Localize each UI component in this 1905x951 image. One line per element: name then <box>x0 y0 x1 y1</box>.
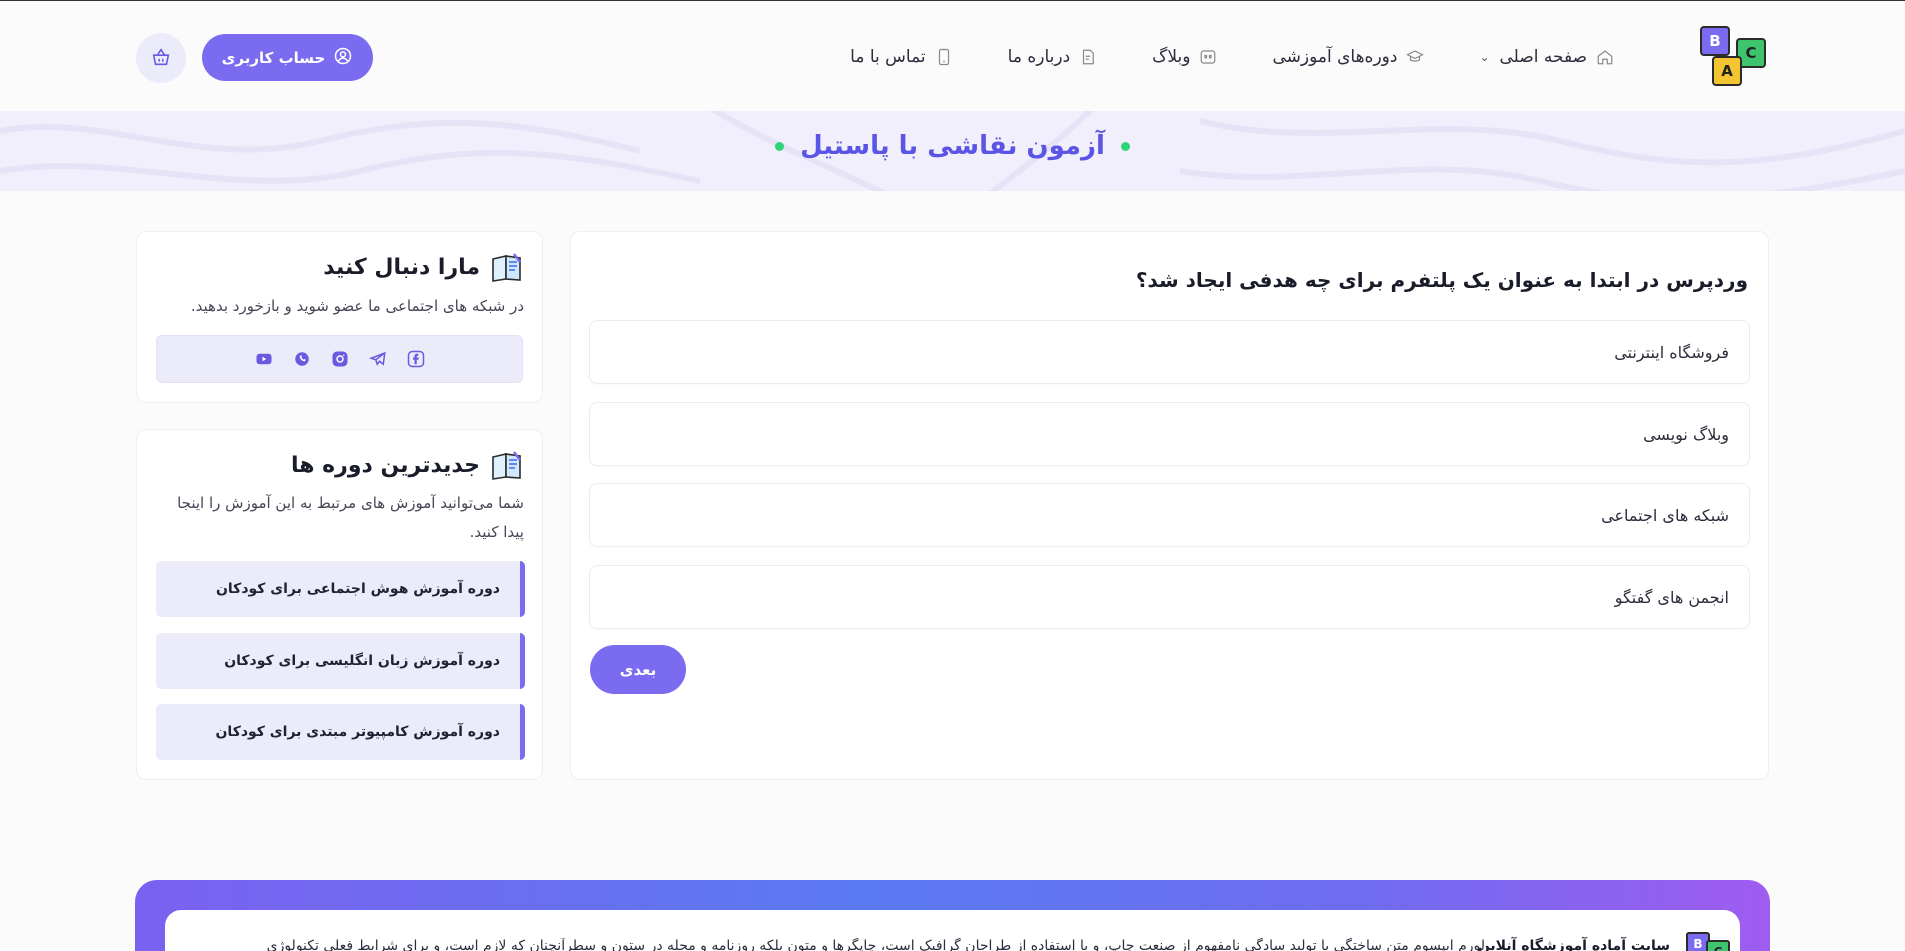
book-icon <box>490 252 524 282</box>
book-icon <box>490 450 524 480</box>
course-item[interactable]: دوره آموزش زبان انگلیسی برای کودکان <box>156 633 525 689</box>
page-banner: آزمون نقاشی با پاستیل <box>0 111 1905 191</box>
dot-decoration <box>1120 142 1130 151</box>
logo-block-a: A <box>1712 56 1742 86</box>
follow-us-description: در شبکه های اجتماعی ما عضو شوید و بازخور… <box>190 297 524 315</box>
facebook-icon[interactable] <box>407 350 425 368</box>
nav-item-courses[interactable]: دوره‌های آموزشی <box>1272 42 1425 72</box>
nav-label: صفحه اصلی <box>1499 47 1587 67</box>
social-links <box>156 335 523 383</box>
nav-item-blog[interactable]: وبلاگ <box>1152 42 1218 72</box>
latest-courses-title-wrap: جدیدترین دوره ها <box>291 450 524 480</box>
instagram-icon[interactable] <box>331 350 349 368</box>
footer-panel: B C سایت آماده آموزشگاه آنلاین لورم ایپس… <box>165 910 1740 951</box>
follow-us-title-wrap: مارا دنبال کنید <box>323 252 524 282</box>
youtube-icon[interactable] <box>255 350 273 368</box>
footer-site-name: سایت آماده آموزشگاه آنلاین <box>1477 938 1670 951</box>
nav-label: وبلاگ <box>1152 47 1191 67</box>
home-icon <box>1595 47 1615 67</box>
nav-label: درباره ما <box>1007 47 1071 67</box>
telegram-icon[interactable] <box>368 350 387 368</box>
chevron-down-icon: ⌄ <box>1479 50 1490 64</box>
basket-icon <box>150 46 172 71</box>
quiz-card: وردپرس در ابتدا به عنوان یک پلتفرم برای … <box>570 231 1769 780</box>
whatsapp-icon[interactable] <box>293 350 311 368</box>
account-button[interactable]: حساب کاربری <box>202 34 373 81</box>
site-footer: B C سایت آماده آموزشگاه آنلاین لورم ایپس… <box>135 880 1770 951</box>
quiz-option[interactable]: فروشگاه اینترنتی <box>589 320 1750 384</box>
site-header: B C A صفحه اصلی ⌄ دوره‌های آموزشی وبلاگ <box>0 2 1905 111</box>
nav-label: دوره‌های آموزشی <box>1272 47 1398 67</box>
course-item-label: دوره آموزش هوش اجتماعی برای کودکان <box>215 581 500 597</box>
quiz-option[interactable]: وبلاگ نویسی <box>589 402 1750 466</box>
banner-title-wrap: آزمون نقاشی با پاستیل <box>0 131 1905 161</box>
latest-courses-title: جدیدترین دوره ها <box>291 452 480 478</box>
phone-icon <box>934 47 954 67</box>
next-button[interactable]: بعدی <box>590 645 686 694</box>
course-item[interactable]: دوره آموزش کامپیوتر مبتدی برای کودکان <box>156 704 525 760</box>
follow-us-title: مارا دنبال کنید <box>323 254 480 280</box>
site-logo[interactable]: B C A <box>1700 22 1770 90</box>
nav-item-home[interactable]: صفحه اصلی ⌄ <box>1479 42 1615 72</box>
course-item-label: دوره آموزش زبان انگلیسی برای کودکان <box>224 653 500 669</box>
account-button-label: حساب کاربری <box>221 48 326 67</box>
quiz-question: وردپرس در ابتدا به عنوان یک پلتفرم برای … <box>1135 268 1748 292</box>
footer-description: لورم ایپسوم متن ساختگی با تولید سادگی نا… <box>266 938 1485 951</box>
nav-item-about[interactable]: درباره ما <box>1008 42 1099 72</box>
user-icon <box>333 46 353 70</box>
cart-button[interactable] <box>136 33 186 83</box>
quiz-option[interactable]: انجمن های گفتگو <box>589 565 1750 629</box>
dot-decoration <box>775 142 785 151</box>
page-title: آزمون نقاشی با پاستیل <box>800 131 1105 161</box>
nav-label: تماس با ما <box>850 47 926 67</box>
logo-block-c: C <box>1706 940 1730 951</box>
course-item-label: دوره آموزش کامپیوتر مبتدی برای کودکان <box>215 724 500 740</box>
latest-courses-card: جدیدترین دوره ها شما می‌توانید آموزش های… <box>136 429 543 780</box>
logo-block-b: B <box>1700 26 1730 56</box>
follow-us-card: مارا دنبال کنید در شبکه های اجتماعی ما ع… <box>136 231 543 403</box>
quote-icon <box>1198 47 1218 67</box>
nav-item-contact[interactable]: تماس با ما <box>850 42 954 72</box>
quiz-option[interactable]: شبکه های اجتماعی <box>589 483 1750 547</box>
latest-courses-description: شما می‌توانید آموزش های مرتبط به این آمو… <box>177 494 524 541</box>
course-item[interactable]: دوره آموزش هوش اجتماعی برای کودکان <box>156 561 525 617</box>
document-icon <box>1078 47 1098 67</box>
graduation-cap-icon <box>1405 47 1425 67</box>
main-nav: صفحه اصلی ⌄ دوره‌های آموزشی وبلاگ درباره… <box>796 42 1615 72</box>
footer-logo[interactable]: B C <box>1682 932 1730 951</box>
